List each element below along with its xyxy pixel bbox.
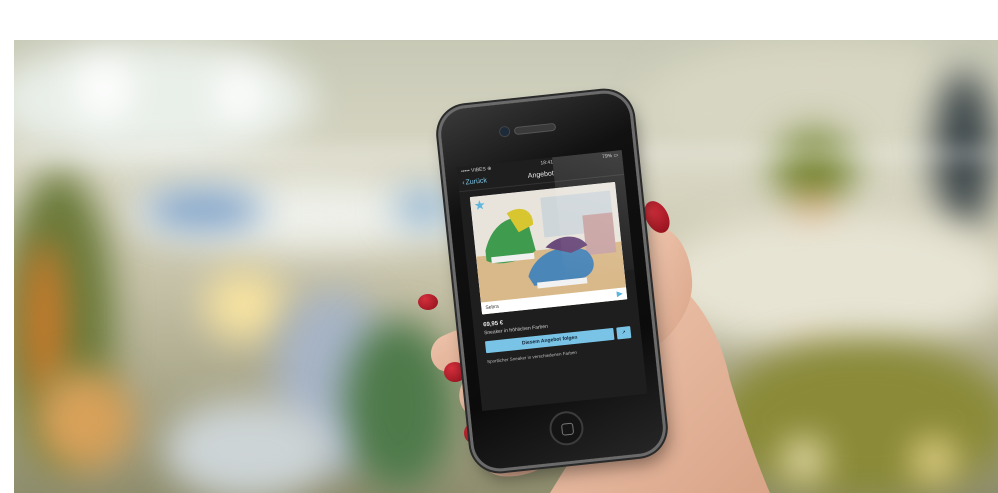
bg-glow	[14, 40, 314, 160]
share-button[interactable]: ↗	[616, 326, 632, 340]
phone-screen: ••••• VIBES ⊕ 18:41 79% ▭ ‹ Zurück Angeb…	[456, 149, 648, 412]
star-icon	[474, 200, 485, 210]
fingernail	[418, 294, 438, 310]
play-icon[interactable]	[616, 290, 624, 298]
fingernail	[444, 362, 466, 382]
home-button[interactable]	[547, 409, 586, 447]
bg-light	[74, 60, 134, 120]
share-icon: ↗	[621, 329, 627, 336]
bg-floor	[164, 400, 334, 493]
product-image-card[interactable]: Sebra	[469, 181, 628, 315]
bg-light	[204, 270, 284, 340]
earpiece-speaker	[513, 122, 557, 136]
front-camera-icon	[498, 125, 511, 138]
battery-indicator: 79% ▭	[601, 152, 619, 161]
bg-light	[214, 70, 264, 120]
bg-light	[914, 440, 954, 480]
bg-flowers	[34, 370, 134, 470]
smartphone: ••••• VIBES ⊕ 18:41 79% ▭ ‹ Zurück Angeb…	[438, 91, 666, 471]
status-time: 18:41	[540, 159, 554, 167]
image-caption: Sebra	[485, 303, 500, 312]
bg-sign	[144, 190, 264, 230]
